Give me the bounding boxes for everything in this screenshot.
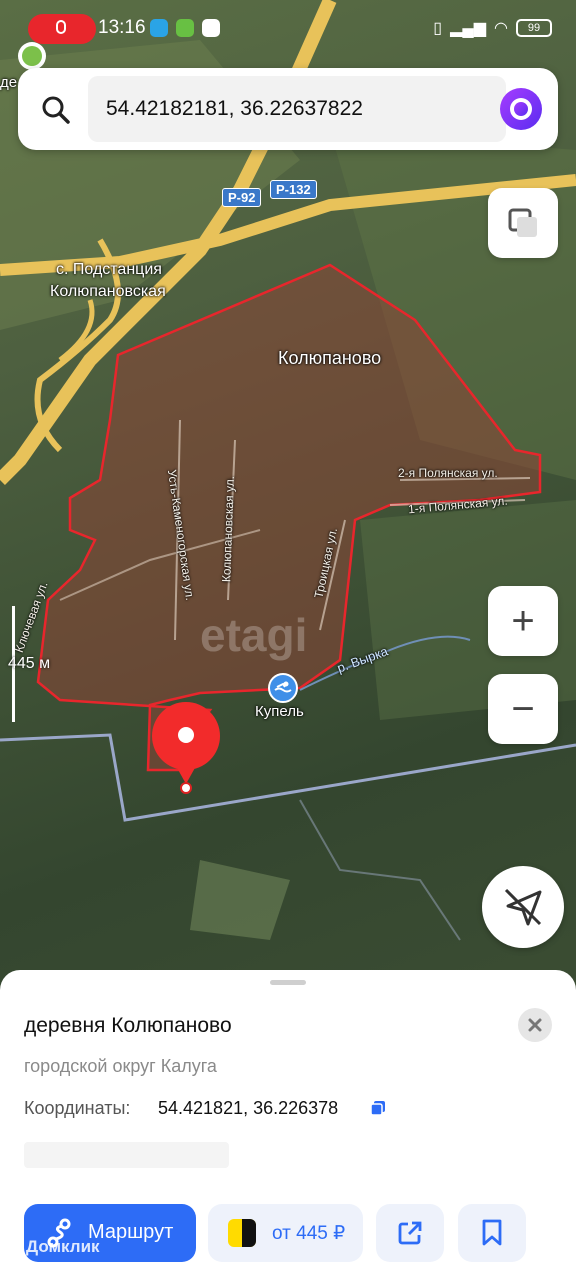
search-input[interactable] bbox=[88, 76, 506, 142]
location-button[interactable] bbox=[482, 866, 564, 948]
status-icons: ▯ ▂▄▆ ◠ 99 bbox=[433, 18, 552, 38]
layers-button[interactable] bbox=[488, 188, 558, 258]
label-village[interactable]: Колюпаново bbox=[278, 348, 381, 369]
label-station-line1: с. Подстанция bbox=[56, 261, 162, 278]
sheet-handle[interactable] bbox=[270, 980, 306, 985]
close-icon bbox=[528, 1018, 542, 1032]
copy-icon[interactable] bbox=[370, 1100, 386, 1116]
signal-icon: ▂▄▆ bbox=[450, 20, 487, 37]
alice-icon[interactable] bbox=[500, 88, 542, 130]
place-card: деревня Колюпаново городской округ Калуг… bbox=[0, 970, 576, 1280]
coords-label: Координаты: bbox=[24, 1098, 131, 1118]
road-badge-r132: Р-132 bbox=[270, 180, 317, 199]
clock: 13:16 bbox=[98, 17, 146, 38]
battery-indicator: 99 bbox=[516, 19, 552, 37]
bookmark-icon bbox=[482, 1219, 502, 1246]
label-station-line2: Колюпановская bbox=[50, 283, 166, 300]
map-view[interactable]: де Р-92 Р-132 с. Подстанция Колюпановска… bbox=[0, 0, 576, 1000]
zoom-in-button[interactable]: + bbox=[488, 586, 558, 656]
status-bar: 13:16 ▯ ▂▄▆ ◠ 99 bbox=[0, 0, 576, 56]
app-icon bbox=[202, 19, 220, 37]
domklik-watermark: Домклик bbox=[26, 1237, 100, 1256]
map-edge-label: де bbox=[0, 74, 18, 91]
bookmark-button[interactable] bbox=[458, 1204, 526, 1262]
route-button-label: Маршрут bbox=[88, 1221, 174, 1243]
zoom-out-button[interactable]: − bbox=[488, 674, 558, 744]
search-bar bbox=[18, 68, 558, 150]
mic-recording-indicator[interactable] bbox=[28, 14, 96, 44]
loading-placeholder bbox=[24, 1142, 229, 1168]
swimming-icon[interactable] bbox=[268, 673, 298, 703]
mic-icon bbox=[56, 20, 66, 34]
location-off-icon bbox=[504, 888, 542, 926]
place-title: деревня Колюпаново bbox=[24, 1014, 232, 1037]
label-street-2-polyanskaya: 2-я Полянская ул. bbox=[398, 466, 498, 480]
telegram-icon bbox=[150, 19, 168, 37]
layers-icon bbox=[508, 208, 537, 237]
share-icon bbox=[398, 1221, 422, 1245]
map-location-badge[interactable] bbox=[18, 42, 46, 70]
road-badge-r92: Р-92 bbox=[222, 188, 262, 207]
yandex-go-icon bbox=[228, 1219, 256, 1247]
coords-value[interactable]: 54.421821, 36.226378 bbox=[158, 1098, 338, 1119]
search-icon[interactable] bbox=[40, 94, 72, 126]
tree-icon bbox=[22, 46, 42, 66]
scale-label: 445 м bbox=[8, 655, 51, 672]
taxi-price-label: от 445 ₽ bbox=[272, 1223, 346, 1244]
wifi-icon: ◠ bbox=[494, 20, 508, 37]
place-subtitle: городской округ Калуга bbox=[24, 1056, 217, 1076]
taxi-button[interactable]: от 445 ₽ bbox=[208, 1204, 363, 1262]
download-icon bbox=[176, 19, 194, 37]
map-watermark: etagi bbox=[200, 609, 308, 661]
share-button[interactable] bbox=[376, 1204, 444, 1262]
close-button[interactable] bbox=[518, 1008, 552, 1042]
label-poi-kupel[interactable]: Купель bbox=[255, 703, 304, 720]
vibrate-icon: ▯ bbox=[433, 20, 443, 37]
